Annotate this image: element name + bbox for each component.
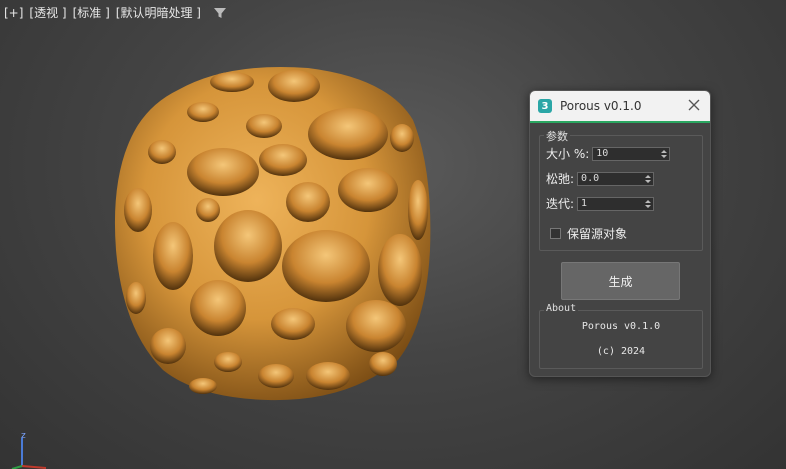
viewport-label: [+] [透视 ] [标准 ] [默认明暗处理 ]	[4, 4, 227, 21]
params-group-label: 参数	[544, 128, 570, 144]
spinner-arrows-icon[interactable]	[659, 148, 669, 160]
axis-gizmo: z	[10, 430, 50, 469]
porous-object[interactable]	[108, 60, 444, 408]
keep-source-row[interactable]: 保留源对象	[550, 225, 627, 242]
filter-icon[interactable]	[213, 6, 227, 20]
viewport-menu-perspective[interactable]: [透视 ]	[29, 4, 66, 21]
keep-source-label: 保留源对象	[567, 227, 628, 241]
about-copyright-text: (c) 2024	[596, 346, 646, 357]
gizmo-z-label: z	[21, 431, 26, 441]
porous-dialog: 3 Porous v0.1.0 参数 大小 %: 10 松弛: 0.0 迭代: …	[529, 90, 711, 377]
iterations-spinner[interactable]: 1	[577, 196, 655, 211]
size-row: 大小 %: 10	[546, 145, 671, 162]
close-icon[interactable]	[687, 98, 701, 112]
relax-label: 松弛:	[546, 172, 575, 186]
iterations-value: 1	[581, 198, 588, 209]
generate-button[interactable]: 生成	[561, 262, 680, 300]
size-value: 10	[596, 148, 609, 159]
relax-row: 松弛: 0.0	[546, 170, 655, 187]
iterations-row: 迭代: 1	[546, 195, 655, 212]
app-icon-text: 3	[541, 100, 549, 112]
dialog-title: Porous v0.1.0	[560, 99, 642, 113]
viewport-menu-standard[interactable]: [标准 ]	[73, 4, 110, 21]
relax-spinner[interactable]: 0.0	[577, 171, 655, 186]
dialog-titlebar[interactable]: 3 Porous v0.1.0	[530, 91, 710, 121]
title-accent-line	[530, 121, 710, 123]
about-group-label: About	[544, 303, 579, 314]
viewport-menu-plus[interactable]: [+]	[4, 6, 23, 20]
about-version-text: Porous v0.1.0	[581, 321, 661, 332]
spinner-arrows-icon[interactable]	[643, 198, 653, 210]
size-spinner[interactable]: 10	[592, 146, 671, 161]
about-group: About Porous v0.1.0 (c) 2024	[539, 303, 703, 369]
relax-value: 0.0	[581, 173, 600, 184]
spinner-arrows-icon[interactable]	[643, 173, 653, 185]
viewport-menu-shading[interactable]: [默认明暗处理 ]	[116, 4, 201, 21]
keep-source-checkbox[interactable]	[550, 228, 561, 239]
app-icon: 3	[538, 99, 552, 113]
iterations-label: 迭代:	[546, 197, 575, 211]
size-label: 大小 %:	[546, 147, 590, 161]
